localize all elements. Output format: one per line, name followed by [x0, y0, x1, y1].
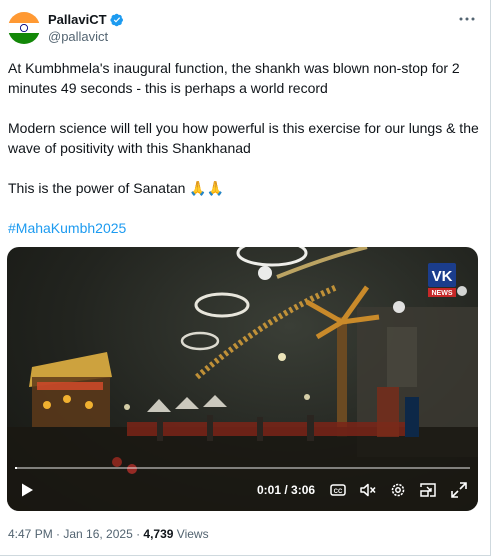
timestamp-link[interactable]: 4:47 PM · Jan 16, 2025 ·: [8, 527, 143, 541]
more-icon[interactable]: [458, 12, 476, 26]
pip-icon[interactable]: [419, 481, 437, 499]
display-name[interactable]: PallaviCT: [48, 12, 107, 27]
hashtag-link[interactable]: #MahaKumbh2025: [8, 218, 484, 238]
captions-icon[interactable]: CC: [329, 481, 347, 499]
author-block: PallaviCT @pallavict: [48, 12, 124, 44]
video-progress-bar[interactable]: [15, 467, 470, 469]
play-icon[interactable]: [19, 482, 35, 498]
tweet-paragraph: This is the power of Sanatan 🙏🙏: [8, 180, 225, 196]
verified-badge-icon: [109, 13, 123, 26]
svg-text:CC: CC: [334, 489, 343, 495]
video-progress-fill: [15, 467, 18, 469]
tweet-meta: 4:47 PM · Jan 16, 2025 · 4,739 Views: [8, 527, 209, 541]
handle[interactable]: @pallavict: [48, 29, 124, 44]
fullscreen-icon[interactable]: [450, 481, 468, 499]
views-count: 4,739: [143, 527, 174, 541]
video-player[interactable]: VK NEWS 0:01 / 3:06 CC: [7, 247, 478, 511]
vk-watermark-subtext: NEWS: [432, 290, 453, 297]
avatar[interactable]: [8, 12, 40, 44]
avatar-flag-image: [8, 12, 40, 44]
views-label: Views: [173, 527, 209, 541]
tweet-card[interactable]: PallaviCT @pallavict At Kumbhmela's inau…: [0, 0, 491, 556]
vk-news-watermark-logo: VK NEWS: [428, 263, 456, 297]
video-controls: 0:01 / 3:06 CC: [7, 479, 478, 503]
mute-icon[interactable]: [359, 481, 377, 499]
tweet-text: At Kumbhmela's inaugural function, the s…: [8, 58, 484, 238]
vk-watermark-text: VK: [432, 268, 453, 285]
tweet-paragraph: Modern science will tell you how powerfu…: [8, 120, 479, 156]
settings-icon[interactable]: [389, 481, 407, 499]
video-time: 0:01 / 3:06: [257, 483, 316, 497]
tweet-paragraph: At Kumbhmela's inaugural function, the s…: [8, 60, 460, 96]
video-frame: [7, 247, 478, 511]
